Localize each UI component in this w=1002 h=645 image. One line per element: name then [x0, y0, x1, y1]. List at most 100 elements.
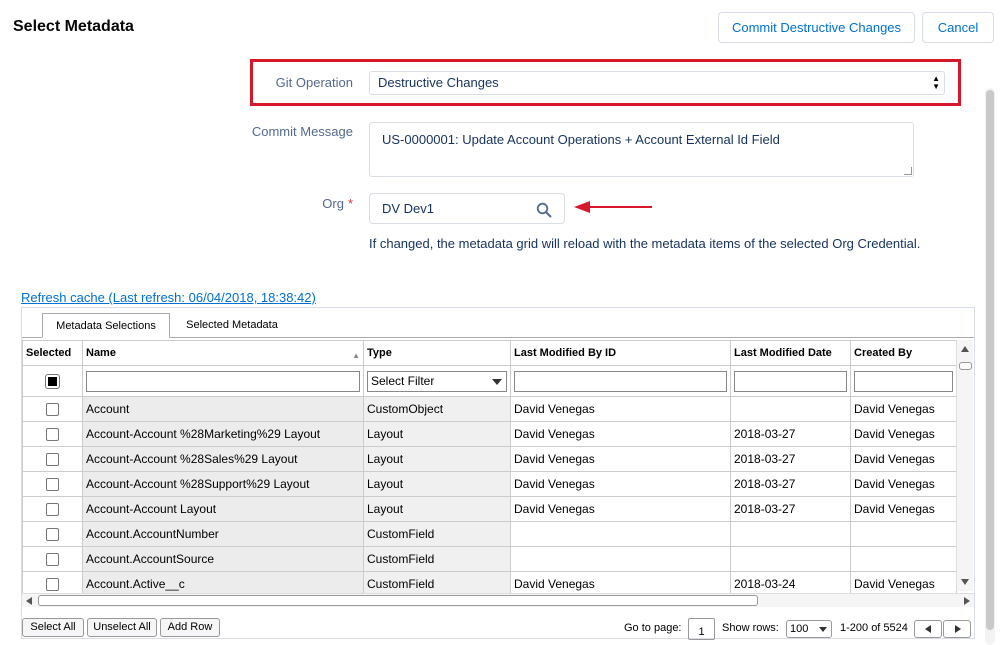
modified-date-cell: 2018-03-27 [730, 496, 851, 522]
modified-by-cell: David Venegas [510, 396, 731, 422]
name-filter-input[interactable] [86, 370, 360, 392]
unselect-all-button[interactable]: Unselect All [87, 618, 157, 637]
grid-header-row: Selected Name ▲ Type Last Modified By ID … [22, 340, 957, 366]
chevron-down-icon [819, 627, 827, 632]
grid-filter-row: Select Filter [22, 365, 957, 397]
table-row[interactable]: Account-Account %28Marketing%29 Layout La… [22, 421, 957, 447]
table-row[interactable]: Account CustomObject David Venegas David Ve… [22, 396, 957, 422]
row-checkbox[interactable] [46, 528, 59, 542]
column-header-name-label: Name [86, 346, 116, 359]
grid-body: Account CustomObject David Venegas David Ve… [22, 396, 957, 597]
required-marker: * [347, 196, 353, 211]
table-row[interactable]: Account.AccountSource CustomField [22, 546, 957, 572]
show-rows-value: 100 [790, 623, 809, 635]
commit-destructive-changes-button[interactable]: Commit Destructive Changes [718, 12, 915, 43]
modified-date-cell: 2018-03-27 [730, 446, 851, 472]
created-by-cell [850, 521, 957, 547]
commit-message-label: Commit Message [251, 124, 353, 139]
select-all-checkbox[interactable] [45, 374, 60, 390]
type-cell: CustomField [363, 546, 511, 572]
modified-date-cell [730, 396, 851, 422]
select-all-button[interactable]: Select All [22, 618, 84, 637]
table-row[interactable]: Account-Account %28Sales%29 Layout Layout… [22, 446, 957, 472]
go-to-page-input[interactable]: 1 [688, 618, 715, 640]
scroll-up-icon[interactable] [961, 346, 969, 352]
created-by-cell: David Venegas [850, 446, 957, 472]
previous-page-button[interactable] [914, 620, 942, 638]
row-checkbox[interactable] [46, 453, 59, 467]
cancel-button[interactable]: Cancel [922, 12, 994, 43]
row-checkbox[interactable] [46, 428, 59, 442]
created-by-filter-input[interactable] [854, 370, 953, 392]
table-row[interactable]: Account-Account %28Support%29 Layout Layo… [22, 471, 957, 497]
modified-date-cell: 2018-03-27 [730, 421, 851, 447]
column-header-name[interactable]: Name ▲ [82, 340, 364, 366]
chevron-right-icon [955, 625, 961, 633]
column-header-type[interactable]: Type [363, 340, 511, 366]
modified-by-cell [510, 521, 731, 547]
type-cell: CustomObject [363, 396, 511, 422]
add-row-button[interactable]: Add Row [160, 618, 220, 637]
scroll-left-icon[interactable] [26, 597, 32, 605]
next-page-button[interactable] [943, 620, 971, 638]
created-by-cell: David Venegas [850, 421, 957, 447]
resize-grip-icon[interactable] [904, 167, 912, 175]
modified-date-cell [730, 521, 851, 547]
modified-by-filter-cell [510, 365, 731, 397]
modified-date-filter-input[interactable] [734, 370, 847, 392]
type-cell: CustomField [363, 521, 511, 547]
row-checkbox[interactable] [46, 478, 59, 492]
name-cell: Account.AccountNumber [82, 521, 364, 547]
scroll-right-icon[interactable] [964, 597, 970, 605]
show-rows-select[interactable]: 100 [786, 620, 832, 638]
grid-horizontal-scroll-thumb[interactable] [38, 595, 758, 606]
row-checkbox[interactable] [46, 503, 59, 517]
grid-tabbar: Metadata Selections Selected Metadata [22, 308, 974, 338]
sort-ascending-icon[interactable]: ▲ [352, 351, 360, 360]
git-operation-label: Git Operation [275, 75, 353, 90]
org-label-text: Org [322, 196, 344, 211]
org-lookup-input[interactable]: DV Dev1 [369, 193, 565, 224]
type-cell: Layout [363, 421, 511, 447]
column-header-last-modified-date[interactable]: Last Modified Date [730, 340, 851, 366]
refresh-cache-link[interactable]: Refresh cache (Last refresh: 06/04/2018,… [21, 290, 316, 305]
created-by-cell [850, 546, 957, 572]
type-filter-select[interactable]: Select Filter [367, 370, 507, 392]
column-header-selected[interactable]: Selected [22, 340, 83, 366]
created-by-cell: David Venegas [850, 396, 957, 422]
commit-message-textarea[interactable]: US-0000001: Update Account Operations + … [369, 122, 914, 177]
row-checkbox-cell [22, 546, 83, 572]
modified-by-cell: David Venegas [510, 496, 731, 522]
search-icon[interactable] [536, 202, 552, 218]
page-scrollbar[interactable] [985, 88, 995, 645]
name-filter-cell [82, 365, 364, 397]
modified-by-filter-input[interactable] [514, 370, 727, 392]
tab-selected-metadata[interactable]: Selected Metadata [174, 313, 290, 338]
red-arrow-annotation-icon [574, 201, 652, 213]
chevron-left-icon [925, 625, 931, 633]
column-header-last-modified-by[interactable]: Last Modified By ID [510, 340, 731, 366]
commit-message-value: US-0000001: Update Account Operations + … [382, 132, 780, 147]
scroll-down-icon[interactable] [961, 579, 969, 585]
table-row[interactable]: Account-Account Layout Layout David Venega… [22, 496, 957, 522]
page-scrollbar-thumb[interactable] [986, 90, 994, 630]
type-cell: Layout [363, 471, 511, 497]
page-title: Select Metadata [13, 18, 134, 35]
grid-horizontal-scrollbar[interactable] [22, 593, 974, 607]
column-header-created-by[interactable]: Created By [850, 340, 957, 366]
git-operation-select[interactable]: Destructive Changes ▲ ▼ [369, 71, 945, 95]
name-cell: Account-Account %28Support%29 Layout [82, 471, 364, 497]
grid-vertical-scrollbar[interactable] [956, 340, 973, 591]
select-arrows-icon: ▲ ▼ [932, 74, 940, 91]
modified-by-cell: David Venegas [510, 471, 731, 497]
row-checkbox[interactable] [46, 553, 59, 567]
grid-vertical-scroll-thumb[interactable] [959, 362, 972, 370]
row-checkbox[interactable] [46, 403, 59, 417]
row-checkbox[interactable] [46, 578, 59, 592]
grid-footer: Select All Unselect All Add Row Go to pa… [22, 612, 974, 640]
tab-metadata-selections[interactable]: Metadata Selections [42, 313, 170, 338]
row-checkbox-cell [22, 396, 83, 422]
table-row[interactable]: Account.AccountNumber CustomField [22, 521, 957, 547]
name-cell: Account.AccountSource [82, 546, 364, 572]
org-hint-text: If changed, the metadata grid will reloa… [369, 236, 921, 251]
